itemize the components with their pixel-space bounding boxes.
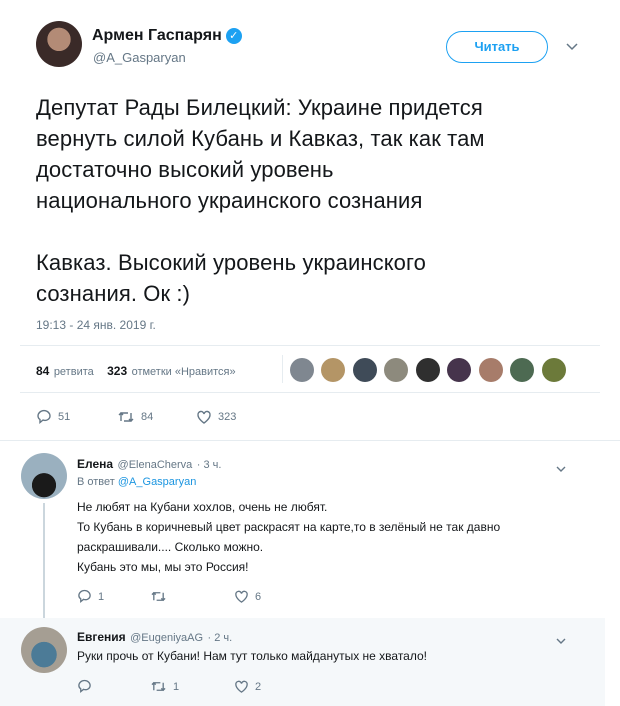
reply-action[interactable]: 1: [77, 589, 104, 604]
stats-separator: [282, 355, 283, 383]
reply-header: Елена @ElenaCherva · 3 ч.: [77, 455, 221, 473]
reply-avatar[interactable]: [21, 453, 67, 499]
thread-line: [43, 503, 45, 618]
avatar[interactable]: [478, 358, 503, 382]
retweet-action[interactable]: 1: [150, 679, 179, 694]
reply-text: Руки прочь от Кубани! Нам тут только май…: [77, 646, 597, 666]
retweet-count: 84: [141, 411, 154, 423]
author-handle[interactable]: @A_Gasparyan: [93, 50, 186, 65]
reply-icon: [78, 589, 91, 604]
tweet-line: Кавказ. Высокий уровень украинского: [36, 250, 426, 275]
tweet-timestamp[interactable]: 19:13 - 24 янв. 2019 г.: [36, 318, 156, 332]
reply-action[interactable]: 51: [36, 409, 70, 425]
like-count: 6: [255, 590, 262, 603]
heart-icon: [197, 410, 211, 424]
divider: [0, 440, 620, 441]
chevron-down-icon[interactable]: [566, 38, 578, 54]
avatar[interactable]: [510, 358, 535, 382]
heart-icon: [235, 590, 248, 603]
verified-icon: ✓: [225, 27, 242, 44]
tweet-line: [36, 216, 596, 247]
avatar[interactable]: [384, 358, 409, 382]
reply-line: раскрашивали.... Сколько можно.: [77, 540, 264, 554]
heart-icon: [235, 680, 248, 693]
tweet-line: вернуть силой Кубань и Кавказ, так как т…: [36, 126, 485, 151]
reply-time[interactable]: · 2 ч.: [208, 632, 233, 644]
reply-author-handle[interactable]: @EugeniyaAG: [130, 632, 203, 644]
reply-line: Руки прочь от Кубани! Нам тут только май…: [77, 649, 427, 663]
tweet-line: Депутат Рады Билецкий: Украине придется: [36, 95, 483, 120]
reply-action[interactable]: [77, 679, 98, 694]
avatar[interactable]: [541, 358, 566, 382]
likes-label[interactable]: отметки «Нравится»: [132, 366, 236, 378]
retweet-action[interactable]: [150, 589, 173, 604]
avatar[interactable]: [447, 358, 472, 382]
retweet-icon: [118, 412, 134, 422]
tweet-text: Депутат Рады Билецкий: Украине придется …: [36, 92, 596, 309]
reply-time[interactable]: · 3 ч.: [197, 459, 222, 471]
avatar[interactable]: [415, 358, 440, 382]
tweet-stats: 84 ретвита 323 отметки «Нравится»: [36, 362, 236, 380]
reply-text: Не любят на Кубани хохлов, очень не любя…: [77, 497, 597, 577]
retweets-count[interactable]: 84: [36, 364, 49, 378]
author-avatar[interactable]: [36, 21, 82, 67]
reply-header: Евгения @EugeniyaAG · 2 ч.: [77, 628, 232, 646]
tweet-line: достаточно высокий уровень: [36, 157, 334, 182]
divider: [20, 392, 600, 393]
likes-count[interactable]: 323: [107, 364, 127, 378]
reply-count: 1: [98, 590, 105, 603]
tweet-line: национального украинского сознания: [36, 188, 423, 213]
reply-line: Не любят на Кубани хохлов, очень не любя…: [77, 500, 328, 514]
reply-author-name[interactable]: Елена: [77, 457, 113, 471]
avatar[interactable]: [321, 358, 346, 382]
like-count: 2: [255, 680, 262, 693]
in-reply-handle[interactable]: @A_Gasparyan: [118, 476, 196, 488]
in-reply-prefix: В ответ: [77, 476, 115, 488]
reply-author-handle[interactable]: @ElenaCherva: [118, 459, 193, 471]
reply-icon: [78, 679, 91, 694]
like-action[interactable]: 6: [234, 589, 261, 604]
in-reply-to: В ответ @A_Gasparyan: [77, 476, 196, 488]
like-action[interactable]: 2: [234, 679, 261, 694]
divider: [20, 345, 600, 346]
avatar[interactable]: [290, 358, 314, 382]
chevron-down-icon[interactable]: [556, 460, 566, 476]
author-name-row[interactable]: Армен Гаспарян ✓: [92, 27, 242, 45]
avatar[interactable]: [352, 358, 377, 382]
retweet-count: 1: [173, 680, 180, 693]
tweet-line: сознания. Ок :): [36, 281, 191, 306]
retweet-icon: [151, 591, 166, 602]
likers-avatars: [290, 358, 569, 387]
retweet-icon: [151, 681, 166, 692]
reply-icon: [37, 409, 51, 424]
reply-author-name[interactable]: Евгения: [77, 630, 126, 644]
like-count: 323: [218, 411, 237, 423]
retweets-label[interactable]: ретвита: [54, 366, 94, 378]
reply-avatar[interactable]: [21, 627, 67, 673]
like-action[interactable]: 323: [196, 409, 236, 425]
reply-line: Кубань это мы, мы это Россия!: [77, 560, 249, 574]
retweet-action[interactable]: 84: [117, 409, 153, 425]
author-name[interactable]: Армен Гаспарян: [92, 27, 222, 44]
reply-line: То Кубань в коричневый цвет раскрасят на…: [77, 520, 501, 534]
follow-button[interactable]: Читать: [446, 31, 548, 63]
reply-count: 51: [58, 411, 71, 423]
